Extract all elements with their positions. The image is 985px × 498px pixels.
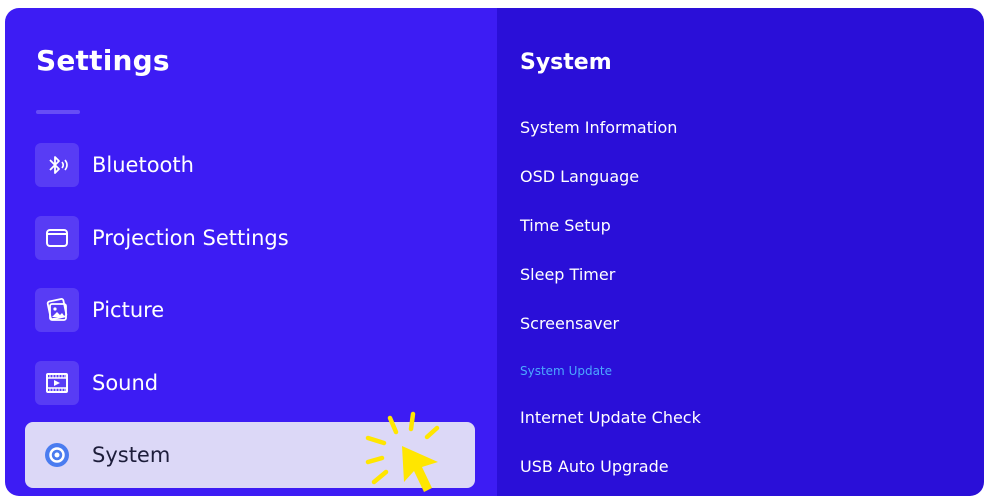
menu-item-sound[interactable]: Sound xyxy=(25,350,475,416)
submenu-item-screensaver[interactable]: Screensaver xyxy=(520,314,619,333)
settings-window: Settings Bluetooth Projection Settings P… xyxy=(5,8,984,496)
menu-item-system[interactable]: System xyxy=(25,422,475,488)
picture-icon xyxy=(35,288,79,332)
submenu-item-internet-update-check[interactable]: Internet Update Check xyxy=(520,408,701,427)
menu-item-label: System xyxy=(92,443,171,467)
settings-category-panel: Settings Bluetooth Projection Settings P… xyxy=(5,8,497,496)
submenu-item-system-update[interactable]: System Update xyxy=(520,364,612,378)
menu-item-bluetooth[interactable]: Bluetooth xyxy=(25,132,475,198)
system-submenu-panel: System System Information OSD Language T… xyxy=(497,8,984,496)
menu-item-picture[interactable]: Picture xyxy=(25,277,475,343)
scroll-indicator xyxy=(36,110,80,114)
sound-icon xyxy=(35,361,79,405)
menu-item-projection-settings[interactable]: Projection Settings xyxy=(25,205,475,271)
menu-item-label: Bluetooth xyxy=(92,153,194,177)
submenu-item-sleep-timer[interactable]: Sleep Timer xyxy=(520,265,615,284)
menu-item-label: Projection Settings xyxy=(92,226,289,250)
submenu-item-time-setup[interactable]: Time Setup xyxy=(520,216,611,235)
menu-item-label: Sound xyxy=(92,371,159,395)
submenu-title: System xyxy=(520,50,612,75)
projection-icon xyxy=(35,216,79,260)
submenu-item-osd-language[interactable]: OSD Language xyxy=(520,167,639,186)
bluetooth-icon xyxy=(35,143,79,187)
gear-icon xyxy=(35,433,79,477)
settings-title: Settings xyxy=(36,44,170,77)
submenu-item-usb-auto-upgrade[interactable]: USB Auto Upgrade xyxy=(520,457,669,476)
submenu-item-system-information[interactable]: System Information xyxy=(520,118,677,137)
menu-item-label: Picture xyxy=(92,298,165,322)
